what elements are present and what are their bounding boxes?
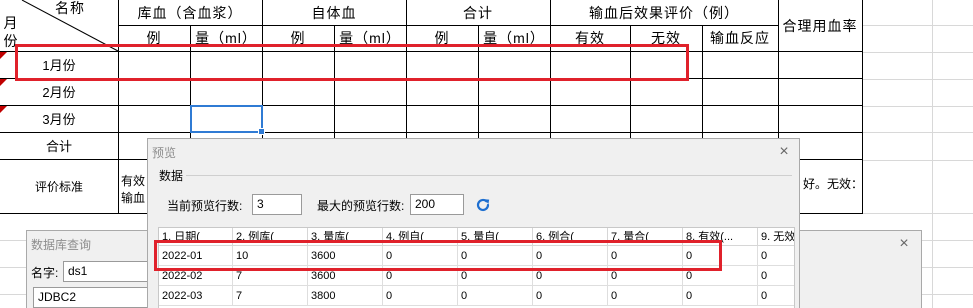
data-group-title: 数据 xyxy=(159,169,184,183)
grid-header[interactable]: 9. 无效 xyxy=(758,228,794,246)
grid-cell[interactable]: 0 xyxy=(383,286,458,306)
comment-indicator xyxy=(0,79,7,86)
criteria-text: 输血 xyxy=(121,191,146,205)
grid-cell[interactable]: 0 xyxy=(608,286,683,306)
gridline xyxy=(862,25,973,26)
gridline xyxy=(932,0,933,308)
criteria-text: 有效 xyxy=(121,174,146,188)
preview-dialog-title: 预览 xyxy=(152,145,177,160)
gridline xyxy=(862,160,973,161)
grid-cell[interactable]: 0 xyxy=(758,266,794,286)
comment-indicator xyxy=(0,52,7,59)
table-border xyxy=(0,132,862,133)
gridline xyxy=(862,79,973,80)
name-label: 名字: xyxy=(31,266,59,280)
row-label: 3月份 xyxy=(42,112,76,127)
criteria-label: 评价标准 xyxy=(34,180,83,194)
current-rows-label: 当前预览行数: xyxy=(167,199,243,213)
rate-header: 合理用血率 xyxy=(782,17,858,34)
preview-dialog: 预览 × 数据 当前预览行数: 3 最大的预览行数: 200 1. 日期( 2.… xyxy=(147,138,800,308)
gridline xyxy=(862,106,973,107)
group-header-evaluation: 输血后效果评价（例） xyxy=(589,4,739,21)
grid-cell[interactable]: 7 xyxy=(233,286,308,306)
connection-select[interactable]: JDBC2 xyxy=(33,287,153,308)
highlight-box xyxy=(154,240,722,271)
grid-cell[interactable]: 0 xyxy=(683,286,758,306)
row-label: 合计 xyxy=(45,139,72,154)
close-icon[interactable]: × xyxy=(895,235,913,253)
gridline xyxy=(862,132,973,133)
current-rows-input[interactable]: 3 xyxy=(252,194,302,215)
comment-indicator xyxy=(0,106,7,113)
gridline xyxy=(862,213,973,214)
sub-header: 输血反应 xyxy=(710,30,770,46)
table-border xyxy=(0,105,862,106)
group-header-autologous: 自体血 xyxy=(311,4,357,21)
grid-cell[interactable]: 0 xyxy=(533,286,608,306)
max-rows-label: 最大的预览行数: xyxy=(317,199,405,213)
grid-cell[interactable]: 0 xyxy=(758,286,794,306)
group-divider xyxy=(186,175,792,176)
grid-cell[interactable]: 0 xyxy=(758,246,794,266)
criteria-text-right: 好。无效： xyxy=(803,177,864,191)
refresh-icon[interactable] xyxy=(474,196,492,214)
selected-cell[interactable] xyxy=(190,105,265,135)
gridline xyxy=(862,52,973,53)
highlight-box xyxy=(15,44,689,81)
corner-top-label: 名称 xyxy=(55,0,85,16)
name-input[interactable]: ds1 xyxy=(63,261,153,282)
grid-cell[interactable]: 2022-03 xyxy=(159,286,233,306)
max-rows-input[interactable]: 200 xyxy=(410,194,464,215)
grid-cell[interactable]: 3800 xyxy=(308,286,383,306)
close-icon[interactable]: × xyxy=(775,143,793,161)
group-header-bank: 库血（含血浆） xyxy=(137,4,243,21)
row-label: 2月份 xyxy=(42,85,76,100)
group-header-total: 合计 xyxy=(463,4,493,21)
grid-cell[interactable]: 0 xyxy=(458,286,533,306)
